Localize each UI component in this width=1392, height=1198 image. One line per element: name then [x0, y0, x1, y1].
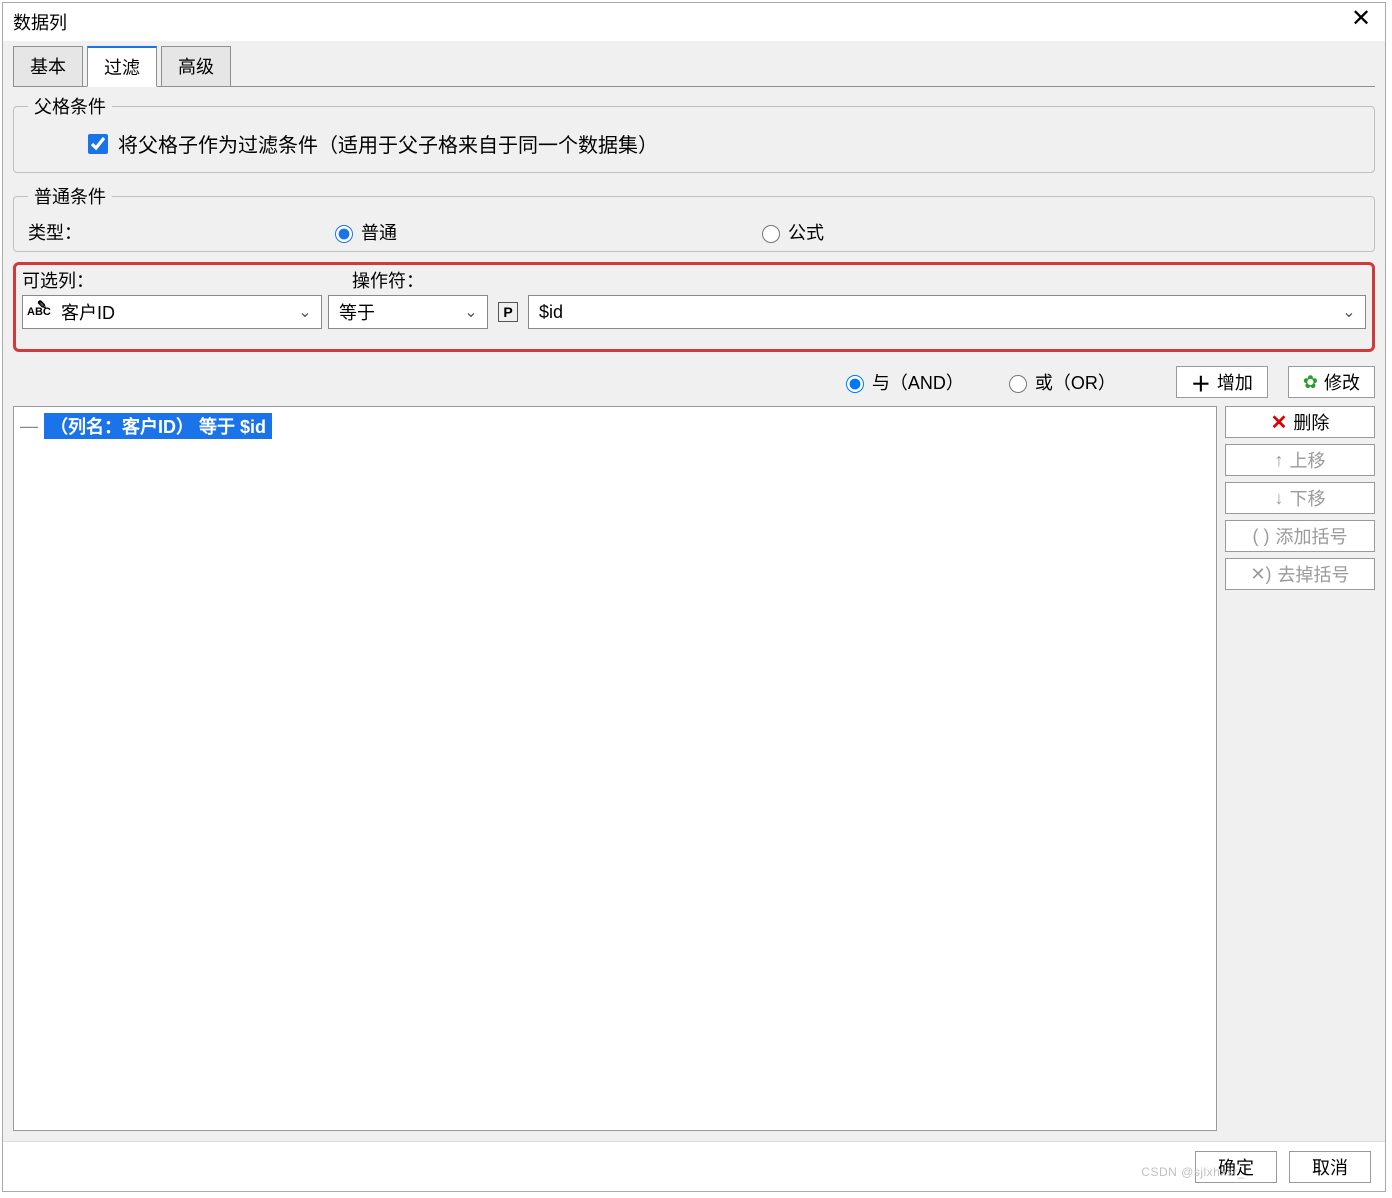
type-label: 类型：: [28, 219, 330, 245]
add-button[interactable]: ＋ 增加: [1176, 366, 1268, 398]
operator-value: 等于: [333, 299, 459, 325]
logic-or-radio[interactable]: 或（OR）: [1004, 369, 1116, 395]
conditions-area: — （列名：客户ID） 等于 $id ✕ 删除 ↑ 上移 ↓ 下移: [13, 406, 1375, 1131]
column-value: 客户ID: [55, 299, 293, 325]
x-icon: ✕: [1271, 410, 1288, 435]
abc-icon: ABC: [27, 306, 55, 318]
cancel-button[interactable]: 取消: [1289, 1151, 1371, 1183]
parameter-icon[interactable]: P: [498, 302, 518, 322]
tab-content-filter: 父格条件 将父格子作为过滤条件（适用于父子格来自于同一个数据集） 普通条件 类型…: [3, 87, 1385, 1141]
normal-condition-legend: 普通条件: [28, 183, 112, 209]
tab-advanced[interactable]: 高级: [161, 46, 231, 87]
parent-condition-group: 父格条件 将父格子作为过滤条件（适用于父子格来自于同一个数据集）: [13, 93, 1375, 173]
arrow-down-icon: ↓: [1275, 488, 1284, 509]
move-down-button[interactable]: ↓ 下移: [1225, 482, 1375, 514]
type-formula-radio[interactable]: 公式: [757, 219, 824, 245]
chevron-down-icon[interactable]: ⌄: [459, 302, 483, 322]
column-combo[interactable]: ABC 客户ID ⌄: [22, 295, 322, 329]
add-paren-button[interactable]: ( ) 添加括号: [1225, 520, 1375, 552]
operator-label: 操作符：: [352, 267, 522, 293]
side-buttons: ✕ 删除 ↑ 上移 ↓ 下移 ( ) 添加括号 ✕) 去掉括号: [1225, 406, 1375, 1131]
plus-icon: ＋: [1191, 368, 1211, 397]
close-icon[interactable]: ✕: [1345, 7, 1377, 31]
parent-as-filter-label: 将父格子作为过滤条件（适用于父子格来自于同一个数据集）: [118, 129, 658, 158]
column-label: 可选列：: [22, 267, 352, 293]
remove-paren-button[interactable]: ✕) 去掉括号: [1225, 558, 1375, 590]
chevron-down-icon[interactable]: ⌄: [293, 302, 317, 322]
normal-condition-group: 普通条件 类型： 普通 公式: [13, 183, 1375, 252]
condition-item[interactable]: — （列名：客户ID） 等于 $id: [20, 413, 1210, 439]
conditions-list[interactable]: — （列名：客户ID） 等于 $id: [13, 406, 1217, 1131]
tab-bar: 基本 过滤 高级: [3, 41, 1385, 87]
condition-editor-highlight: 可选列： 操作符： ABC 客户ID ⌄ 等于 ⌄ P $id ⌄: [13, 262, 1375, 352]
watermark: CSDN @sjlxhxsr_: [1141, 1165, 1245, 1179]
gear-icon: ✿: [1303, 372, 1318, 393]
type-normal-radio[interactable]: 普通: [330, 219, 397, 245]
paren-icon: ( ): [1253, 526, 1270, 547]
arrow-up-icon: ↑: [1275, 450, 1284, 471]
operator-combo[interactable]: 等于 ⌄: [328, 295, 488, 329]
value-value: $id: [533, 302, 1337, 323]
chevron-down-icon[interactable]: ⌄: [1337, 302, 1361, 322]
tab-filter[interactable]: 过滤: [87, 46, 157, 87]
condition-item-label: （列名：客户ID） 等于 $id: [44, 413, 272, 439]
parent-condition-legend: 父格条件: [28, 93, 112, 119]
value-combo[interactable]: $id ⌄: [528, 295, 1366, 329]
data-column-dialog: 数据列 ✕ 基本 过滤 高级 父格条件 将父格子作为过滤条件（适用于父子格来自于…: [2, 2, 1386, 1192]
dialog-title: 数据列: [13, 9, 67, 35]
remove-paren-icon: ✕): [1250, 564, 1271, 585]
parent-as-filter-checkbox[interactable]: [88, 134, 108, 154]
edit-button[interactable]: ✿ 修改: [1288, 366, 1375, 398]
move-up-button[interactable]: ↑ 上移: [1225, 444, 1375, 476]
tree-expander-icon: —: [20, 416, 38, 437]
delete-button[interactable]: ✕ 删除: [1225, 406, 1375, 438]
titlebar: 数据列 ✕: [3, 3, 1385, 41]
tab-basic[interactable]: 基本: [13, 46, 83, 87]
logic-row: 与（AND） 或（OR） ＋ 增加 ✿ 修改: [13, 362, 1375, 406]
logic-and-radio[interactable]: 与（AND）: [841, 369, 964, 395]
